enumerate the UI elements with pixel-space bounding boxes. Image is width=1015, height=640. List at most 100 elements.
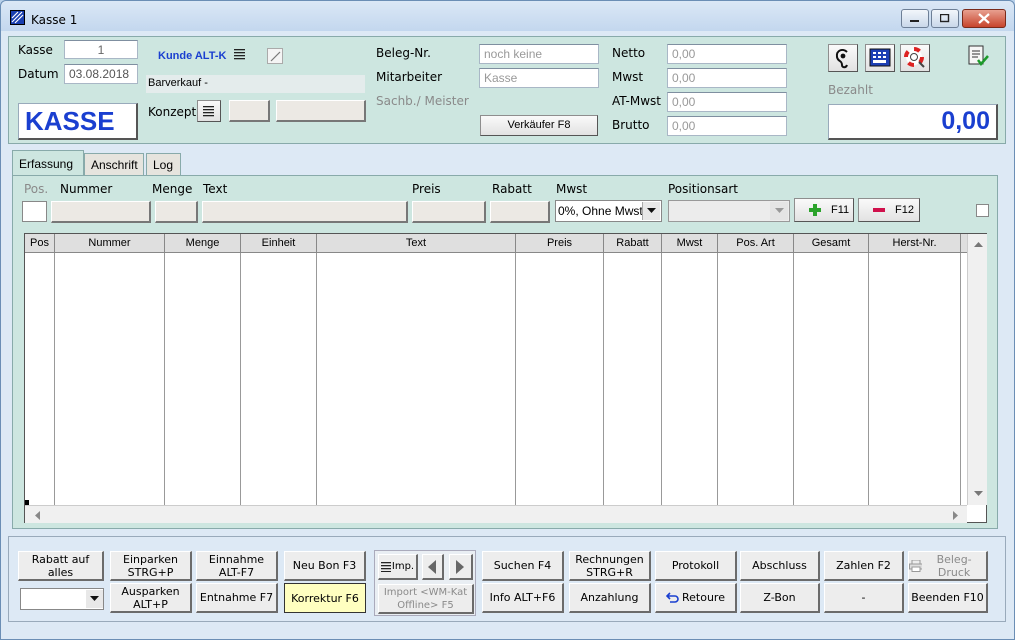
anzahlung-button[interactable]: Anzahlung bbox=[569, 583, 651, 613]
datum-field[interactable]: 03.08.2018 bbox=[64, 64, 138, 84]
title-bar[interactable]: Kasse 1 bbox=[1, 1, 1014, 31]
add-position-button[interactable]: F11 bbox=[794, 198, 854, 222]
entry-checkbox[interactable] bbox=[976, 204, 989, 217]
calculator-icon bbox=[869, 48, 891, 67]
grid-header-preis[interactable]: Preis bbox=[516, 234, 604, 253]
pos-label: Pos. bbox=[24, 182, 49, 196]
import-offline-button[interactable]: Import <WM-Kat Offline> F5 bbox=[378, 584, 474, 614]
list-icon[interactable] bbox=[233, 47, 247, 64]
barverkauf-field: Barverkauf - bbox=[146, 75, 365, 93]
grid-header-nummer[interactable]: Nummer bbox=[55, 234, 165, 253]
text-input[interactable] bbox=[202, 201, 408, 223]
rechnungen-button[interactable]: Rechnungen STRG+R bbox=[569, 551, 651, 581]
protokoll-button[interactable]: Protokoll bbox=[655, 551, 737, 581]
customer-display-button[interactable] bbox=[828, 44, 858, 72]
grid-header-gesamt[interactable]: Gesamt bbox=[794, 234, 869, 253]
app-icon bbox=[10, 10, 25, 25]
neu-bon-button[interactable]: Neu Bon F3 bbox=[284, 551, 366, 581]
chevron-right-icon bbox=[953, 510, 958, 520]
dash-button[interactable]: - bbox=[824, 583, 904, 613]
help-button[interactable] bbox=[900, 44, 930, 72]
remove-position-button[interactable]: F12 bbox=[858, 198, 920, 222]
scroll-up-button[interactable] bbox=[970, 237, 986, 253]
info-button[interactable]: Info ALT+F6 bbox=[482, 583, 564, 613]
grid-header-text[interactable]: Text bbox=[317, 234, 516, 253]
beleg-druck-label: Beleg-Druck bbox=[936, 552, 972, 579]
footer-select-arrow[interactable] bbox=[86, 590, 103, 608]
next-button[interactable] bbox=[449, 554, 473, 580]
pos-input[interactable] bbox=[22, 201, 47, 222]
add-position-label: F11 bbox=[831, 203, 850, 216]
tab-erfassung[interactable]: Erfassung bbox=[12, 150, 84, 177]
konzept-field-1[interactable] bbox=[229, 100, 270, 122]
close-button[interactable] bbox=[962, 9, 1006, 28]
retoure-button[interactable]: Retoure bbox=[655, 583, 737, 613]
grid-col-posart bbox=[718, 253, 794, 505]
scroll-left-button[interactable] bbox=[31, 508, 45, 522]
grid-header-menge[interactable]: Menge bbox=[165, 234, 241, 253]
rabatt-input[interactable] bbox=[490, 201, 550, 223]
preis-input[interactable] bbox=[412, 201, 486, 223]
grid-header-posart[interactable]: Pos. Art bbox=[718, 234, 794, 253]
nummer-input[interactable] bbox=[51, 201, 151, 223]
verkaeufer-button[interactable]: Verkäufer F8 bbox=[480, 115, 598, 136]
rabatt-alles-button[interactable]: Rabatt auf alles bbox=[18, 551, 104, 581]
maximize-button[interactable] bbox=[931, 9, 959, 28]
zahlen-button[interactable]: Zahlen F2 bbox=[824, 551, 904, 581]
einnahme-button[interactable]: Einnahme ALT-F7 bbox=[196, 551, 278, 581]
scroll-right-button[interactable] bbox=[949, 508, 963, 522]
tab-anschrift[interactable]: Anschrift bbox=[84, 153, 144, 176]
einparken-button[interactable]: Einparken STRG+P bbox=[110, 551, 192, 581]
grid-col-pos bbox=[25, 253, 55, 505]
arrow-left-icon bbox=[428, 559, 436, 574]
abschluss-button[interactable]: Abschluss bbox=[740, 551, 820, 581]
positions-grid[interactable]: Pos Nummer Menge Einheit Text Preis Raba… bbox=[24, 233, 987, 523]
grid-col-gesamt bbox=[794, 253, 869, 505]
horizontal-scrollbar[interactable] bbox=[25, 505, 967, 523]
vertical-scrollbar[interactable] bbox=[967, 234, 987, 505]
beenden-button[interactable]: Beenden F10 bbox=[908, 583, 988, 613]
printer-icon bbox=[909, 559, 923, 572]
chevron-left-icon bbox=[35, 510, 40, 520]
mitarbeiter-field[interactable]: Kasse bbox=[479, 68, 599, 88]
beleg-druck-button[interactable]: Beleg-Druck bbox=[908, 551, 988, 581]
calculator-button[interactable] bbox=[865, 44, 895, 72]
mwst-entry-label: Mwst bbox=[556, 182, 588, 196]
maximize-icon bbox=[940, 14, 950, 23]
korrektur-button[interactable]: Korrektur F6 bbox=[284, 583, 366, 613]
grid-header-rabatt[interactable]: Rabatt bbox=[604, 234, 662, 253]
grid-header-herstnr[interactable]: Herst-Nr. bbox=[869, 234, 961, 253]
entnahme-button[interactable]: Entnahme F7 bbox=[196, 583, 278, 613]
menge-input[interactable] bbox=[155, 201, 198, 223]
konzept-field-2[interactable] bbox=[276, 100, 366, 122]
sachb-label: Sachb./ Meister bbox=[376, 94, 469, 108]
preis-label: Preis bbox=[412, 182, 441, 196]
chevron-down-icon bbox=[647, 208, 656, 213]
prev-button[interactable] bbox=[422, 554, 444, 580]
beleg-field: noch keine bbox=[479, 44, 599, 64]
grid-header-einheit[interactable]: Einheit bbox=[241, 234, 317, 253]
tab-log[interactable]: Log bbox=[146, 153, 181, 176]
imp-button[interactable]: Imp. bbox=[378, 554, 418, 580]
mwst-dropdown-arrow[interactable] bbox=[642, 202, 660, 220]
konzept-list-button[interactable] bbox=[197, 100, 221, 122]
kasse-field[interactable]: 1 bbox=[64, 40, 138, 59]
suchen-button[interactable]: Suchen F4 bbox=[482, 551, 564, 581]
lifebuoy-icon bbox=[904, 47, 925, 68]
minimize-button[interactable] bbox=[901, 9, 929, 28]
menge-label: Menge bbox=[152, 182, 193, 196]
brutto-field: 0,00 bbox=[667, 116, 787, 136]
ausparken-button[interactable]: Ausparken ALT+P bbox=[110, 583, 192, 613]
edit-pen-icon[interactable] bbox=[267, 48, 283, 64]
mitarbeiter-label: Mitarbeiter bbox=[376, 70, 443, 84]
grid-header-pos[interactable]: Pos bbox=[25, 234, 55, 253]
list-icon bbox=[203, 106, 214, 117]
imp-label: Imp. bbox=[391, 561, 415, 572]
grid-header-mwst[interactable]: Mwst bbox=[662, 234, 718, 253]
kunde-label[interactable]: Kunde ALT-K bbox=[158, 50, 226, 62]
scroll-down-button[interactable] bbox=[970, 486, 986, 502]
netto-label: Netto bbox=[612, 46, 646, 60]
checklist-icon[interactable] bbox=[967, 45, 989, 70]
zbon-button[interactable]: Z-Bon bbox=[740, 583, 820, 613]
positionsart-dropdown-arrow[interactable] bbox=[770, 202, 788, 220]
